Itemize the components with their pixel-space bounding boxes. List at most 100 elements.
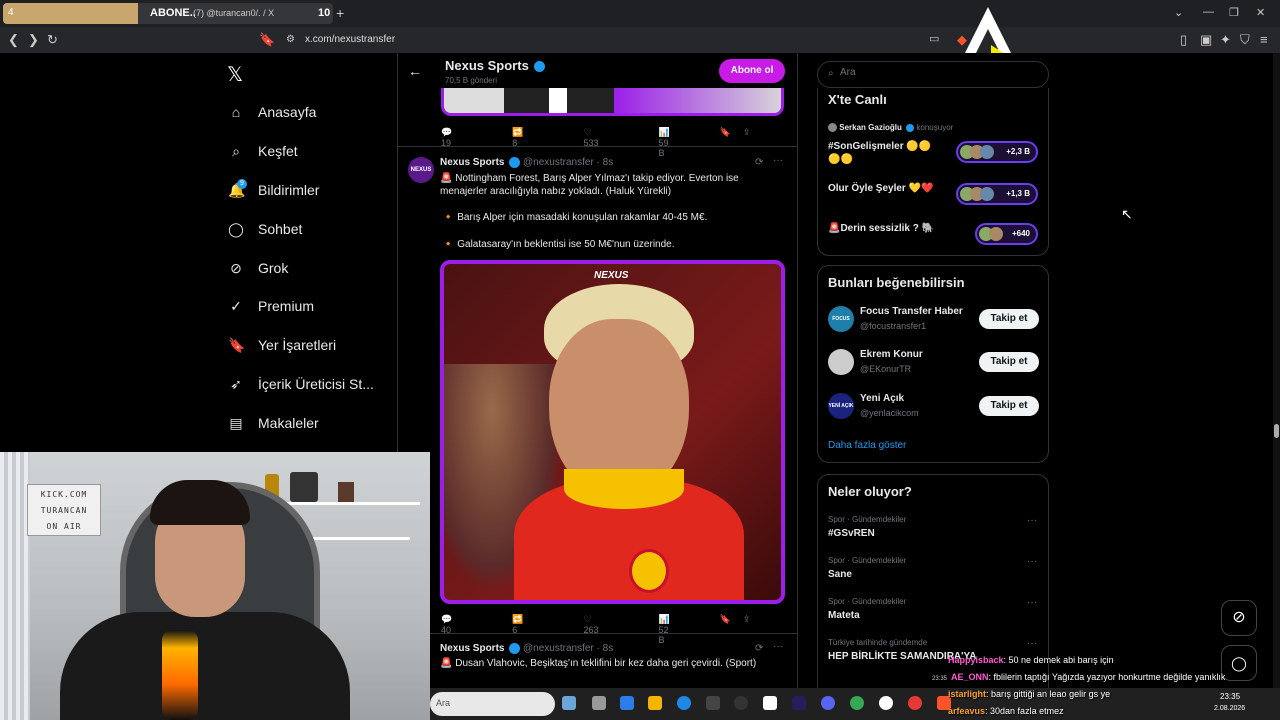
vpn-icon[interactable]: ⛉ (1240, 32, 1250, 48)
menu-icon[interactable]: ≡ (1260, 32, 1268, 47)
site-info-icon[interactable]: ⚙ (286, 34, 295, 45)
follow-button[interactable]: Takip et (979, 309, 1039, 329)
nav-item[interactable]: ⌂ Anasayfa (228, 104, 317, 120)
search-input[interactable] (840, 67, 1030, 78)
close-icon[interactable]: ✕ (1256, 6, 1265, 19)
capcut-icon[interactable] (763, 696, 777, 710)
taskbar-app-icon[interactable] (592, 696, 606, 710)
trend-more-icon[interactable]: ··· (1027, 515, 1037, 526)
avatar[interactable]: NEXUS (408, 157, 434, 183)
subscribe-button[interactable]: Abone ol (719, 59, 785, 83)
cast-icon[interactable]: ▭ (929, 32, 939, 45)
live-listeners-count: +1,3 B (1006, 189, 1030, 198)
account-name[interactable]: Yeni Açık (860, 393, 904, 404)
retweet-count[interactable]: 🔁 8 (512, 127, 523, 158)
nav-item[interactable]: ▤ Makaleler (228, 415, 318, 431)
reply-count[interactable]: 💬 19 (441, 127, 452, 158)
premiere-icon[interactable] (792, 696, 806, 710)
x-logo-icon[interactable]: 𝕏 (227, 62, 243, 87)
minimize-icon[interactable]: — (1203, 6, 1214, 18)
tweet-bullet: 🔸 Galatasaray'ın beklentisi ise 50 M€'nu… (442, 239, 675, 250)
search-box[interactable]: ⌕ (817, 61, 1049, 88)
nav-item[interactable]: ⊘ Grok (228, 260, 288, 276)
follow-button[interactable]: Takip et (979, 352, 1039, 372)
trend-more-icon[interactable]: ··· (1027, 556, 1037, 567)
discord-icon[interactable] (821, 696, 835, 710)
tab-list-icon[interactable]: ⌄ (1174, 6, 1183, 19)
grok-explain-icon[interactable]: ⟳ (755, 157, 763, 168)
folder-icon[interactable] (648, 696, 662, 710)
trend-more-icon[interactable]: ··· (1027, 638, 1037, 649)
browser-tab[interactable]: 4 ABONE.. (7) @turancan0/. / X 10 (3, 3, 333, 24)
chat-text: : 50 ne demek abi barış için (1003, 655, 1114, 665)
jersey-collar (564, 469, 684, 509)
clock-time[interactable]: 23:35 (1220, 692, 1240, 701)
live-listeners-badge[interactable]: +1,3 B (956, 183, 1038, 205)
account-name[interactable]: Ekrem Konur (860, 349, 923, 360)
taskbar-app-icon[interactable] (620, 696, 634, 710)
trend-item[interactable]: Spor · Gündemdekiler Sane (828, 556, 906, 580)
bookmark-page-icon[interactable]: 🔖 (259, 32, 275, 48)
like-count[interactable]: ♡ 533 (583, 127, 598, 158)
address-bar[interactable]: x.com/nexustransfer (305, 34, 395, 45)
live-listeners-badge[interactable]: +640 (975, 223, 1038, 245)
more-icon[interactable]: ··· (773, 155, 783, 166)
avatar[interactable] (828, 349, 854, 375)
trend-category: Türkiye tarihinde gündemde (828, 638, 928, 647)
previous-tweet-image[interactable] (441, 88, 784, 116)
live-item-title[interactable]: Olur Öyle Şeyler 💛❤️ (828, 182, 938, 195)
share-icon[interactable]: ⇪ (743, 127, 751, 158)
bookmark-icon[interactable]: 🔖 (720, 614, 731, 645)
leo-icon[interactable]: ✦ (1220, 32, 1231, 48)
follow-button[interactable]: Takip et (979, 396, 1039, 416)
back-arrow-icon[interactable]: ← (408, 63, 422, 79)
retweet-count[interactable]: 🔁 6 (512, 614, 523, 645)
club-crest (629, 549, 669, 593)
live-item-title[interactable]: #SonGelişmeler 🟡🟡🟡🟡 (828, 140, 938, 166)
taskbar-search[interactable]: Ara (430, 692, 555, 716)
tweet-image[interactable]: NEXUS (440, 260, 785, 604)
reload-icon[interactable]: ↻ (47, 32, 58, 48)
sidebar-icon[interactable]: ▯ (1180, 32, 1187, 48)
view-count[interactable]: 📊 52 B (658, 614, 669, 645)
grok-float-icon[interactable]: ⊘ (1221, 600, 1257, 636)
wallet-icon[interactable]: ▣ (1200, 32, 1212, 48)
post-count: 70,5 B gönderi (445, 76, 498, 85)
edge-icon[interactable] (677, 696, 691, 710)
show-more-link[interactable]: Daha fazla göster (828, 440, 906, 451)
messages-float-icon[interactable]: ◯ (1221, 645, 1257, 681)
grok-explain-icon[interactable]: ⟳ (755, 643, 763, 654)
view-count[interactable]: 📊 59 B (658, 127, 669, 158)
more-icon[interactable]: ··· (773, 641, 783, 652)
chrome-icon[interactable] (850, 696, 864, 710)
taskbar-app-icon[interactable] (908, 696, 922, 710)
clock-date[interactable]: 2.08.2026 (1214, 705, 1245, 712)
like-count[interactable]: ♡ 263 (583, 614, 598, 645)
new-tab-button[interactable]: + (336, 5, 344, 21)
obs-icon[interactable] (734, 696, 748, 710)
maximize-icon[interactable]: ❐ (1229, 6, 1239, 19)
avatar[interactable]: FOCUS (828, 306, 854, 332)
back-icon[interactable]: ❮ (8, 32, 19, 48)
trend-item[interactable]: Spor · Gündemdekiler Mateta (828, 597, 906, 621)
reply-count[interactable]: 💬 40 (441, 614, 452, 645)
taskbar-app-icon[interactable] (562, 696, 576, 710)
share-icon[interactable]: ⇪ (743, 614, 751, 645)
scrollbar[interactable] (1273, 53, 1280, 688)
nav-item[interactable]: ✓ Premium (228, 298, 314, 314)
nav-item[interactable]: 🔖 Yer İşaretleri (228, 337, 336, 353)
live-item-title[interactable]: 🚨Derin sessizlik ? 🐘 (828, 222, 938, 235)
scrollbar-thumb[interactable] (1274, 424, 1279, 438)
taskbar-app-icon[interactable] (879, 696, 893, 710)
live-listeners-badge[interactable]: +2,3 B (956, 141, 1038, 163)
bookmark-icon[interactable]: 🔖 (720, 127, 731, 158)
nav-item[interactable]: ◯ Sohbet (228, 221, 302, 237)
trend-more-icon[interactable]: ··· (1027, 597, 1037, 608)
nav-item[interactable]: ⌕ Keşfet (228, 143, 298, 159)
taskbar-app-icon[interactable] (706, 696, 720, 710)
nav-item[interactable]: ➶ İçerik Üreticisi St... (228, 376, 374, 392)
trend-item[interactable]: Spor · Gündemdekiler #GSvREN (828, 515, 906, 539)
account-name[interactable]: Focus Transfer Haber (860, 306, 963, 317)
avatar[interactable]: YENİ AÇIK (828, 393, 854, 419)
forward-icon[interactable]: ❯ (28, 32, 39, 48)
